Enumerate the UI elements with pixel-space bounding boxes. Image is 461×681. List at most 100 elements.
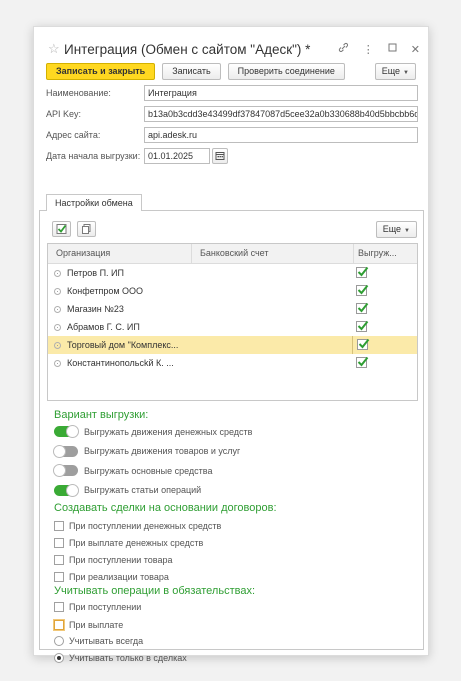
exchange-settings-panel: Еще ▼ Организация Банковский счет Выгруж.… <box>39 210 424 663</box>
organization-cell: Абрамов Г. С. ИП <box>48 322 191 332</box>
toggle-knob <box>53 464 66 477</box>
deal-option: При поступлении денежных средств <box>54 520 221 532</box>
save-and-close-button[interactable]: Записать и закрыть <box>46 63 156 80</box>
organization-cell: Торговый дом "Комплекс... <box>48 340 191 350</box>
site-field[interactable]: api.adesk.ru <box>144 127 418 143</box>
integration-window: ☆ Интеграция (Обмен с сайтом "Адеск") * … <box>33 26 429 663</box>
more-button[interactable]: Еще ▼ <box>374 63 416 80</box>
deal-option: При реализации товара <box>54 571 169 583</box>
export-option-label: Выгружать движения товаров и услуг <box>84 446 241 456</box>
export-checkbox[interactable] <box>356 284 369 296</box>
name-field[interactable]: Интеграция <box>144 85 418 101</box>
obligations-title: Учитывать операции в обязательствах: <box>54 585 256 597</box>
export-option-label: Выгружать статьи операций <box>84 485 202 495</box>
obligation-checkbox[interactable] <box>54 620 64 630</box>
copy-button[interactable] <box>77 221 96 237</box>
toggle-knob <box>66 425 79 438</box>
organization-name: Константинопольсkй К. ... <box>67 358 174 368</box>
checkmark-icon <box>359 338 370 349</box>
obligation-option: При поступлении <box>54 601 141 613</box>
deal-checkbox[interactable] <box>54 555 64 565</box>
star-icon[interactable]: ☆ <box>48 41 64 57</box>
obligation-option: При выплате <box>54 619 123 631</box>
table-more-button[interactable]: Еще ▼ <box>375 221 417 238</box>
export-checkbox[interactable] <box>357 338 370 350</box>
obligation-radio-label: Учитывать только в сделках <box>69 653 187 663</box>
check-connection-button[interactable]: Проверить соединение <box>227 63 345 80</box>
table-row[interactable]: Конфетпром ООО <box>48 282 417 300</box>
table-row[interactable]: Магазин №23 <box>48 300 417 318</box>
toggle-switch[interactable] <box>53 464 78 477</box>
calendar-button[interactable] <box>212 148 228 164</box>
organization-name: Торговый дом "Комплекс... <box>67 340 179 350</box>
table-row[interactable]: Абрамов Г. С. ИП <box>48 318 417 336</box>
table-more-label: Еще <box>382 224 402 234</box>
close-icon[interactable]: ✕ <box>411 43 420 56</box>
title-bar: ☆ Интеграция (Обмен с сайтом "Адеск") * … <box>48 40 420 58</box>
export-option-label: Выгружать основные средства <box>84 465 213 476</box>
table-row[interactable]: Константинопольсkй К. ... <box>48 354 417 372</box>
export-checkbox[interactable] <box>356 320 369 332</box>
checkmark-icon <box>358 356 369 367</box>
organization-cell: Константинопольсkй К. ... <box>48 358 191 368</box>
export-checkbox[interactable] <box>356 356 369 368</box>
obligation-checkbox[interactable] <box>54 602 64 612</box>
toggle-switch[interactable] <box>54 483 79 497</box>
export-checkbox[interactable] <box>356 266 369 278</box>
export-option: Выгружать движения денежных средств <box>54 425 252 438</box>
more-vertical-icon[interactable]: ⋮ <box>363 43 374 56</box>
toggle-switch[interactable] <box>53 444 78 458</box>
toggle-switch[interactable] <box>54 425 79 438</box>
deal-option-label: При поступлении товара <box>69 555 173 565</box>
organization-name: Петров П. ИП <box>67 268 124 278</box>
table-row[interactable]: Петров П. ИП <box>48 264 417 282</box>
table-toolbar: Еще ▼ <box>52 221 417 238</box>
chevron-down-icon: ▼ <box>404 228 410 234</box>
name-label: Наименование: <box>46 88 111 98</box>
organization-name: Абрамов Г. С. ИП <box>67 322 140 332</box>
site-label: Адрес сайта: <box>46 130 101 140</box>
table-row[interactable]: Торговый дом "Комплекс... <box>48 336 417 354</box>
more-button-label: Еще <box>381 66 401 76</box>
export-cell <box>352 336 417 354</box>
organizations-table: Организация Банковский счет Выгруж... Пе… <box>47 243 418 401</box>
obligation-radio[interactable] <box>54 636 64 646</box>
deal-option-label: При поступлении денежных средств <box>69 521 222 531</box>
deal-option: При поступлении товара <box>54 554 172 566</box>
export-checkbox[interactable] <box>356 302 369 314</box>
deal-checkbox[interactable] <box>54 572 64 582</box>
export-cell <box>352 318 417 336</box>
column-organization[interactable]: Организация <box>48 244 192 263</box>
checkmark-icon <box>358 266 369 277</box>
row-marker-icon <box>54 359 61 367</box>
save-button[interactable]: Записать <box>162 63 221 80</box>
deal-checkbox[interactable] <box>54 521 64 531</box>
column-bank-account[interactable]: Банковский счет <box>192 244 354 263</box>
deal-option-label: При выплате денежных средств <box>69 538 204 548</box>
deal-option-label: При реализации товара <box>69 572 169 582</box>
start-date-row: Дата начала выгрузки: <box>46 148 416 164</box>
toggle-knob <box>66 483 79 497</box>
link-icon[interactable] <box>338 42 349 56</box>
tab-exchange-settings[interactable]: Настройки обмена <box>46 194 142 211</box>
obligation-option-label: При поступлении <box>69 602 142 612</box>
table-body: Петров П. ИП Конфетпром ООО Магазин №23 Абр… <box>48 264 417 372</box>
export-options-title: Вариант выгрузки: <box>54 409 149 421</box>
check-all-icon <box>56 224 67 234</box>
start-date-field[interactable]: 01.01.2025 <box>144 148 210 164</box>
export-option-label: Выгружать движения денежных средств <box>84 426 253 437</box>
maximize-icon[interactable] <box>388 43 397 55</box>
organization-name: Конфетпром ООО <box>67 286 144 296</box>
deal-checkbox[interactable] <box>54 538 64 548</box>
organization-cell: Петров П. ИП <box>48 268 191 278</box>
export-option: Выгружать основные средства <box>53 464 213 477</box>
check-all-button[interactable] <box>52 221 71 237</box>
calendar-icon <box>215 152 225 160</box>
column-export[interactable]: Выгруж... <box>354 244 417 263</box>
obligation-radio[interactable] <box>54 653 64 663</box>
checkmark-icon <box>358 284 369 295</box>
api-key-field[interactable]: b13a0b3cdd3e43499df37847087d5cee32a0b330… <box>144 106 418 122</box>
organization-cell: Магазин №23 <box>48 304 191 314</box>
checkmark-icon <box>358 320 369 331</box>
obligation-option-label: При выплате <box>69 620 124 630</box>
